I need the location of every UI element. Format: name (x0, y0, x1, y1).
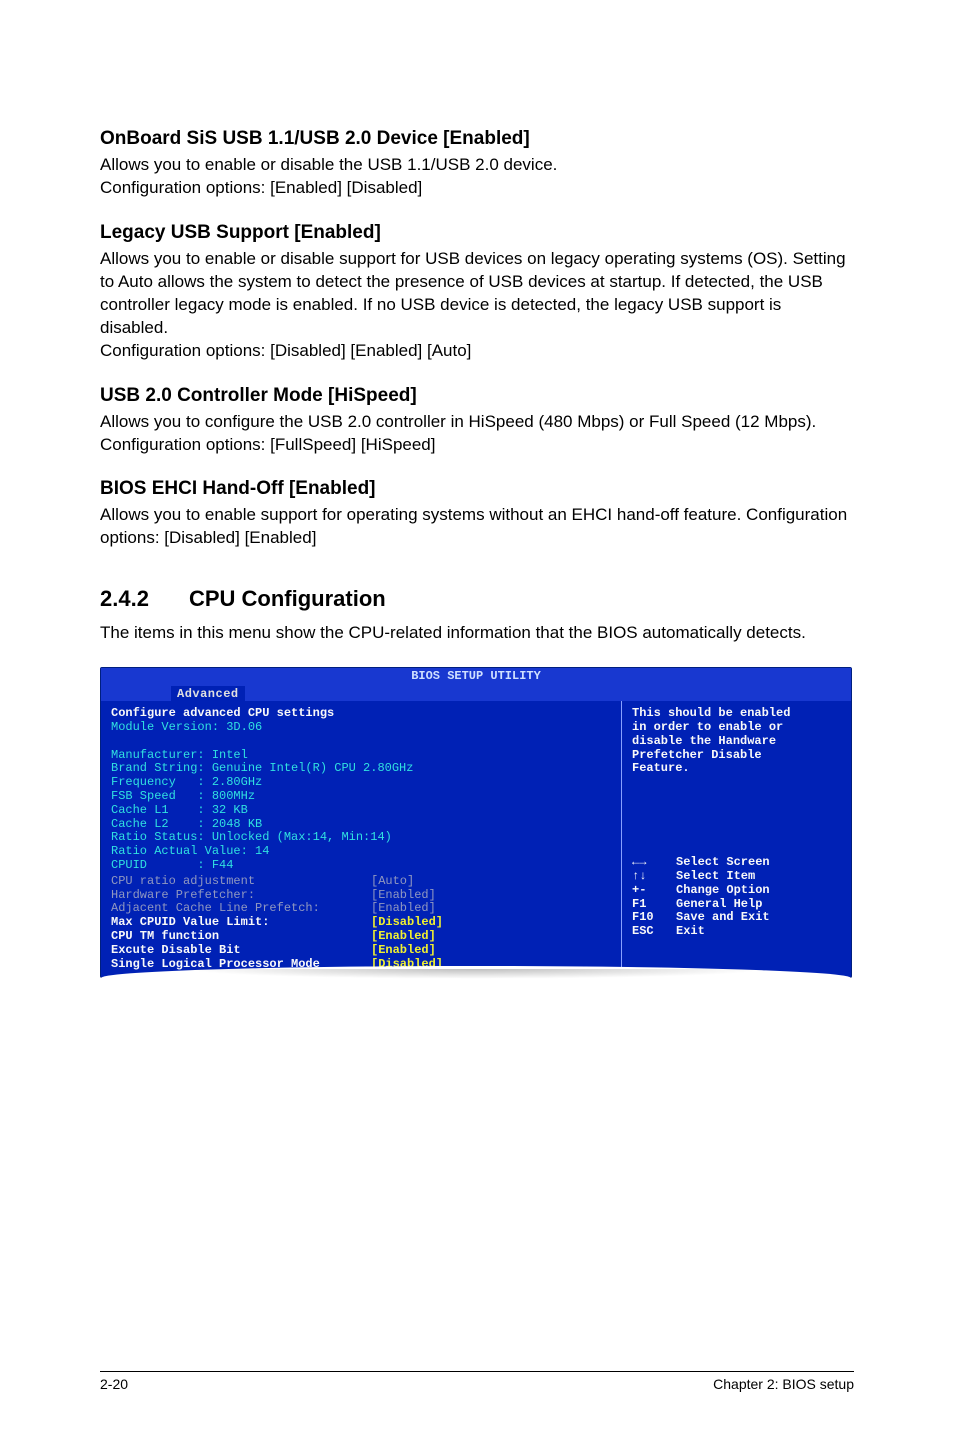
info-line: Frequency : 2.80GHz (111, 776, 611, 790)
info-line: Cache L2 : 2048 KB (111, 818, 611, 832)
nav-row: ←→Select Screen (632, 856, 843, 870)
cfg-header2: Module Version: 3D.06 (111, 721, 611, 735)
body-ehci-handoff: Allows you to enable support for operati… (100, 504, 854, 550)
bios-title: BIOS SETUP UTILITY (101, 668, 851, 685)
opt-label: Hardware Prefetcher: (111, 889, 371, 903)
esc-key: ESC (632, 925, 676, 939)
tab-advanced[interactable]: Advanced (171, 686, 245, 701)
heading-ehci-handoff: BIOS EHCI Hand-Off [Enabled] (100, 478, 854, 500)
intro-cpu-config: The items in this menu show the CPU-rela… (100, 622, 854, 645)
nav-label: Save and Exit (676, 911, 770, 925)
opt-cpu-ratio[interactable]: CPU ratio adjustment [Auto] (111, 875, 611, 889)
opt-label: Excute Disable Bit (111, 944, 371, 958)
info-line: CPUID : F44 (111, 859, 611, 873)
heading-onboard-sis: OnBoard SiS USB 1.1/USB 2.0 Device [Enab… (100, 128, 854, 150)
opt-execute-disable[interactable]: Excute Disable Bit [Enabled] (111, 944, 611, 958)
body-onboard-sis: Allows you to enable or disable the USB … (100, 154, 854, 200)
info-line: Manufacturer: Intel (111, 749, 611, 763)
nav-label: Change Option (676, 884, 770, 898)
footer-page-number: 2-20 (100, 1376, 128, 1392)
info-line: Cache L1 : 32 KB (111, 804, 611, 818)
opt-value: [Enabled] (371, 902, 436, 916)
opt-label: CPU ratio adjustment (111, 875, 371, 889)
nav-label: Select Item (676, 870, 755, 884)
heading-usb20-mode: USB 2.0 Controller Mode [HiSpeed] (100, 385, 854, 407)
nav-help: ←→Select Screen ↑↓Select Item +-Change O… (632, 856, 843, 939)
nav-label: Exit (676, 925, 705, 939)
opt-value: [Auto] (371, 875, 414, 889)
blank (111, 735, 611, 749)
info-line: FSB Speed : 800MHz (111, 790, 611, 804)
info-line: Brand String: Genuine Intel(R) CPU 2.80G… (111, 762, 611, 776)
nav-row: +-Change Option (632, 884, 843, 898)
opt-value: [Enabled] (371, 889, 436, 903)
bios-right-pane: This should be enabled in order to enabl… (621, 701, 851, 977)
opt-label: Adjacent Cache Line Prefetch: (111, 902, 371, 916)
bios-tab-row: Advanced (101, 685, 851, 701)
nav-row: F10Save and Exit (632, 911, 843, 925)
bios-left-pane: Configure advanced CPU settings Module V… (101, 701, 621, 977)
opt-hw-prefetch[interactable]: Hardware Prefetcher: [Enabled] (111, 889, 611, 903)
cfg-header1: Configure advanced CPU settings (111, 707, 611, 721)
bios-panel: BIOS SETUP UTILITY Advanced Configure ad… (100, 667, 852, 978)
heading-legacy-usb: Legacy USB Support [Enabled] (100, 222, 854, 244)
nav-row: ↑↓Select Item (632, 870, 843, 884)
help-line: disable the Handware (632, 735, 843, 749)
help-line: This should be enabled (632, 707, 843, 721)
arrow-ud-icon: ↑↓ (632, 870, 676, 884)
help-line: Feature. (632, 762, 843, 776)
section-title: CPU Configuration (189, 586, 386, 611)
nav-row: F1General Help (632, 898, 843, 912)
help-line: in order to enable or (632, 721, 843, 735)
f10-key: F10 (632, 911, 676, 925)
heading-cpu-config: 2.4.2 CPU Configuration (100, 586, 854, 612)
opt-max-cpuid[interactable]: Max CPUID Value Limit: [Disabled] (111, 916, 611, 930)
opt-cpu-tm[interactable]: CPU TM function [Enabled] (111, 930, 611, 944)
opt-label: CPU TM function (111, 930, 371, 944)
nav-label: Select Screen (676, 856, 770, 870)
opt-value: [Disabled] (371, 916, 443, 930)
help-line: Prefetcher Disable (632, 749, 843, 763)
info-line: Ratio Actual Value: 14 (111, 845, 611, 859)
info-line: Ratio Status: Unlocked (Max:14, Min:14) (111, 831, 611, 845)
opt-adj-cache[interactable]: Adjacent Cache Line Prefetch: [Enabled] (111, 902, 611, 916)
footer-chapter: Chapter 2: BIOS setup (713, 1376, 854, 1392)
arrow-lr-icon: ←→ (632, 856, 676, 870)
opt-label: Max CPUID Value Limit: (111, 916, 371, 930)
f1-key: F1 (632, 898, 676, 912)
body-usb20-mode: Allows you to configure the USB 2.0 cont… (100, 411, 854, 457)
opt-value: [Enabled] (371, 930, 436, 944)
help-text: This should be enabled in order to enabl… (632, 707, 843, 776)
plus-minus-icon: +- (632, 884, 676, 898)
nav-label: General Help (676, 898, 762, 912)
nav-row: ESCExit (632, 925, 843, 939)
section-number: 2.4.2 (100, 586, 149, 612)
page-footer: 2-20 Chapter 2: BIOS setup (100, 1371, 854, 1392)
opt-value: [Enabled] (371, 944, 436, 958)
body-legacy-usb: Allows you to enable or disable support … (100, 248, 854, 363)
